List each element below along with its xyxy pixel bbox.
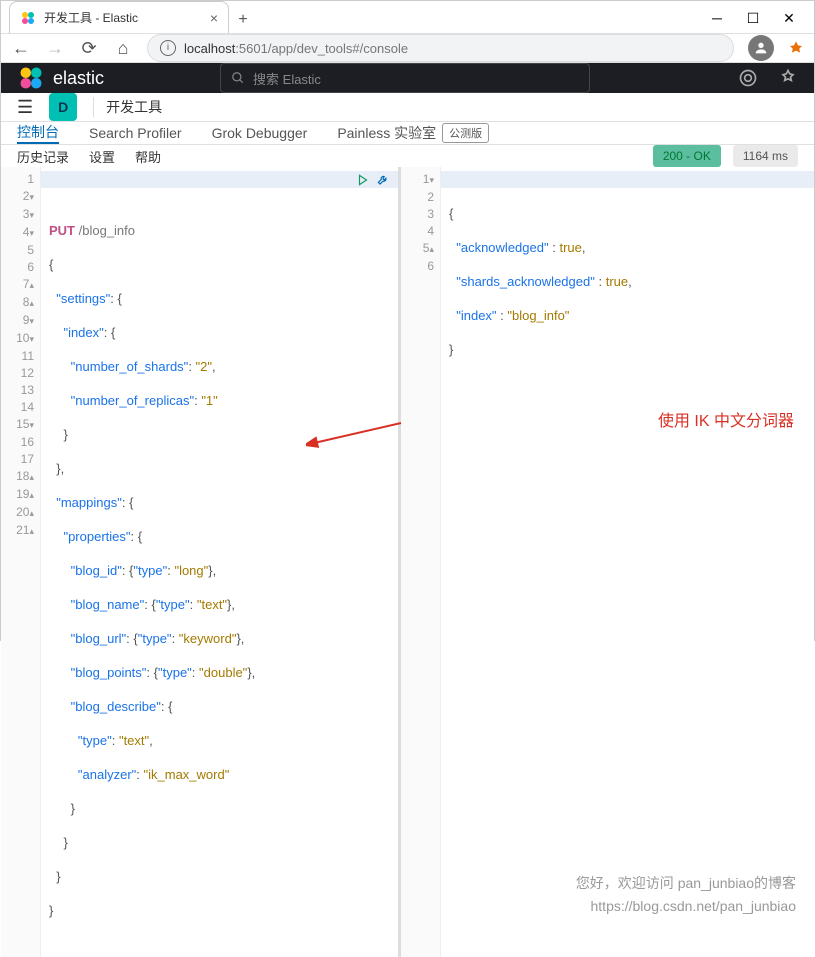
editor-code[interactable]: PUT /blog_info { "settings": { "index": …: [41, 167, 398, 957]
extension-icon[interactable]: [788, 40, 804, 56]
app-bar: ☰ D 开发工具: [1, 93, 814, 122]
forward-icon: →: [45, 38, 65, 58]
app-badge[interactable]: D: [49, 93, 77, 121]
console-split: 12▾3▾4▾567▴8▴9▾10▾1112131415▾161718▴19▴2…: [1, 167, 814, 957]
beta-badge: 公测版: [442, 123, 489, 143]
url-input[interactable]: i localhost:5601/app/dev_tools#/console: [147, 34, 734, 62]
history-link[interactable]: 历史记录: [17, 147, 69, 166]
reload-icon[interactable]: ⟳: [79, 38, 99, 58]
output-gutter: 1▾2345▴6: [401, 167, 441, 957]
tab-search-profiler[interactable]: Search Profiler: [89, 122, 182, 144]
time-badge: 1164 ms: [733, 145, 798, 167]
dev-tools-tabs: 控制台 Search Profiler Grok Debugger Painle…: [1, 122, 814, 145]
settings-link[interactable]: 设置: [89, 147, 115, 166]
app-name: 开发工具: [93, 97, 162, 117]
annotation-text: 使用 IK 中文分词器: [658, 407, 794, 431]
help-link[interactable]: 帮助: [135, 147, 161, 166]
close-icon[interactable]: ✕: [782, 11, 796, 25]
maximize-icon[interactable]: ☐: [746, 11, 760, 25]
tab-painless-lab[interactable]: Painless 实验室 公测版: [337, 122, 489, 144]
response-output[interactable]: 1▾2345▴6 { "acknowledged" : true, "shard…: [401, 167, 814, 957]
console-sub-bar: 历史记录 设置 帮助 200 - OK 1164 ms: [1, 145, 814, 167]
elastic-header: elastic 搜索 Elastic: [1, 63, 814, 93]
address-bar: ← → ⟳ ⌂ i localhost:5601/app/dev_tools#/…: [1, 33, 814, 63]
elastic-logo-icon: [17, 64, 45, 92]
tab-close-icon[interactable]: ×: [210, 10, 218, 26]
browser-title-bar: 开发工具 - Elastic × + ─ ☐ ✕: [1, 1, 814, 33]
status-badge: 200 - OK: [653, 145, 721, 167]
global-search[interactable]: 搜索 Elastic: [220, 63, 590, 93]
elastic-brand: elastic: [53, 68, 104, 89]
home-icon[interactable]: ⌂: [113, 38, 133, 58]
tab-console[interactable]: 控制台: [17, 122, 59, 144]
search-placeholder: 搜索 Elastic: [253, 69, 321, 88]
newsfeed-icon[interactable]: [738, 68, 758, 88]
request-editor[interactable]: 12▾3▾4▾567▴8▴9▾10▾1112131415▾161718▴19▴2…: [1, 167, 401, 957]
wrench-icon[interactable]: [376, 173, 390, 187]
url-path: :5601/app/dev_tools#/console: [235, 41, 408, 56]
search-icon: [231, 71, 245, 85]
elastic-logo[interactable]: elastic: [17, 64, 104, 92]
profile-icon[interactable]: [748, 35, 774, 61]
browser-tab[interactable]: 开发工具 - Elastic ×: [9, 1, 229, 33]
back-icon[interactable]: ←: [11, 38, 31, 58]
new-tab-button[interactable]: +: [229, 11, 257, 33]
tab-grok-debugger[interactable]: Grok Debugger: [212, 122, 308, 144]
output-code: { "acknowledged" : true, "shards_acknowl…: [441, 167, 814, 957]
send-request-icon[interactable]: [356, 173, 370, 187]
editor-gutter: 12▾3▾4▾567▴8▴9▾10▾1112131415▾161718▴19▴2…: [1, 167, 41, 957]
help-icon[interactable]: [778, 68, 798, 88]
elastic-favicon: [20, 10, 36, 26]
tab-title: 开发工具 - Elastic: [44, 9, 202, 26]
minimize-icon[interactable]: ─: [710, 11, 724, 25]
menu-icon[interactable]: ☰: [17, 97, 33, 118]
site-info-icon[interactable]: i: [160, 40, 176, 56]
url-host: localhost: [184, 41, 235, 56]
watermark: 您好，欢迎访问 pan_junbiao的博客 https://blog.csdn…: [576, 872, 796, 917]
